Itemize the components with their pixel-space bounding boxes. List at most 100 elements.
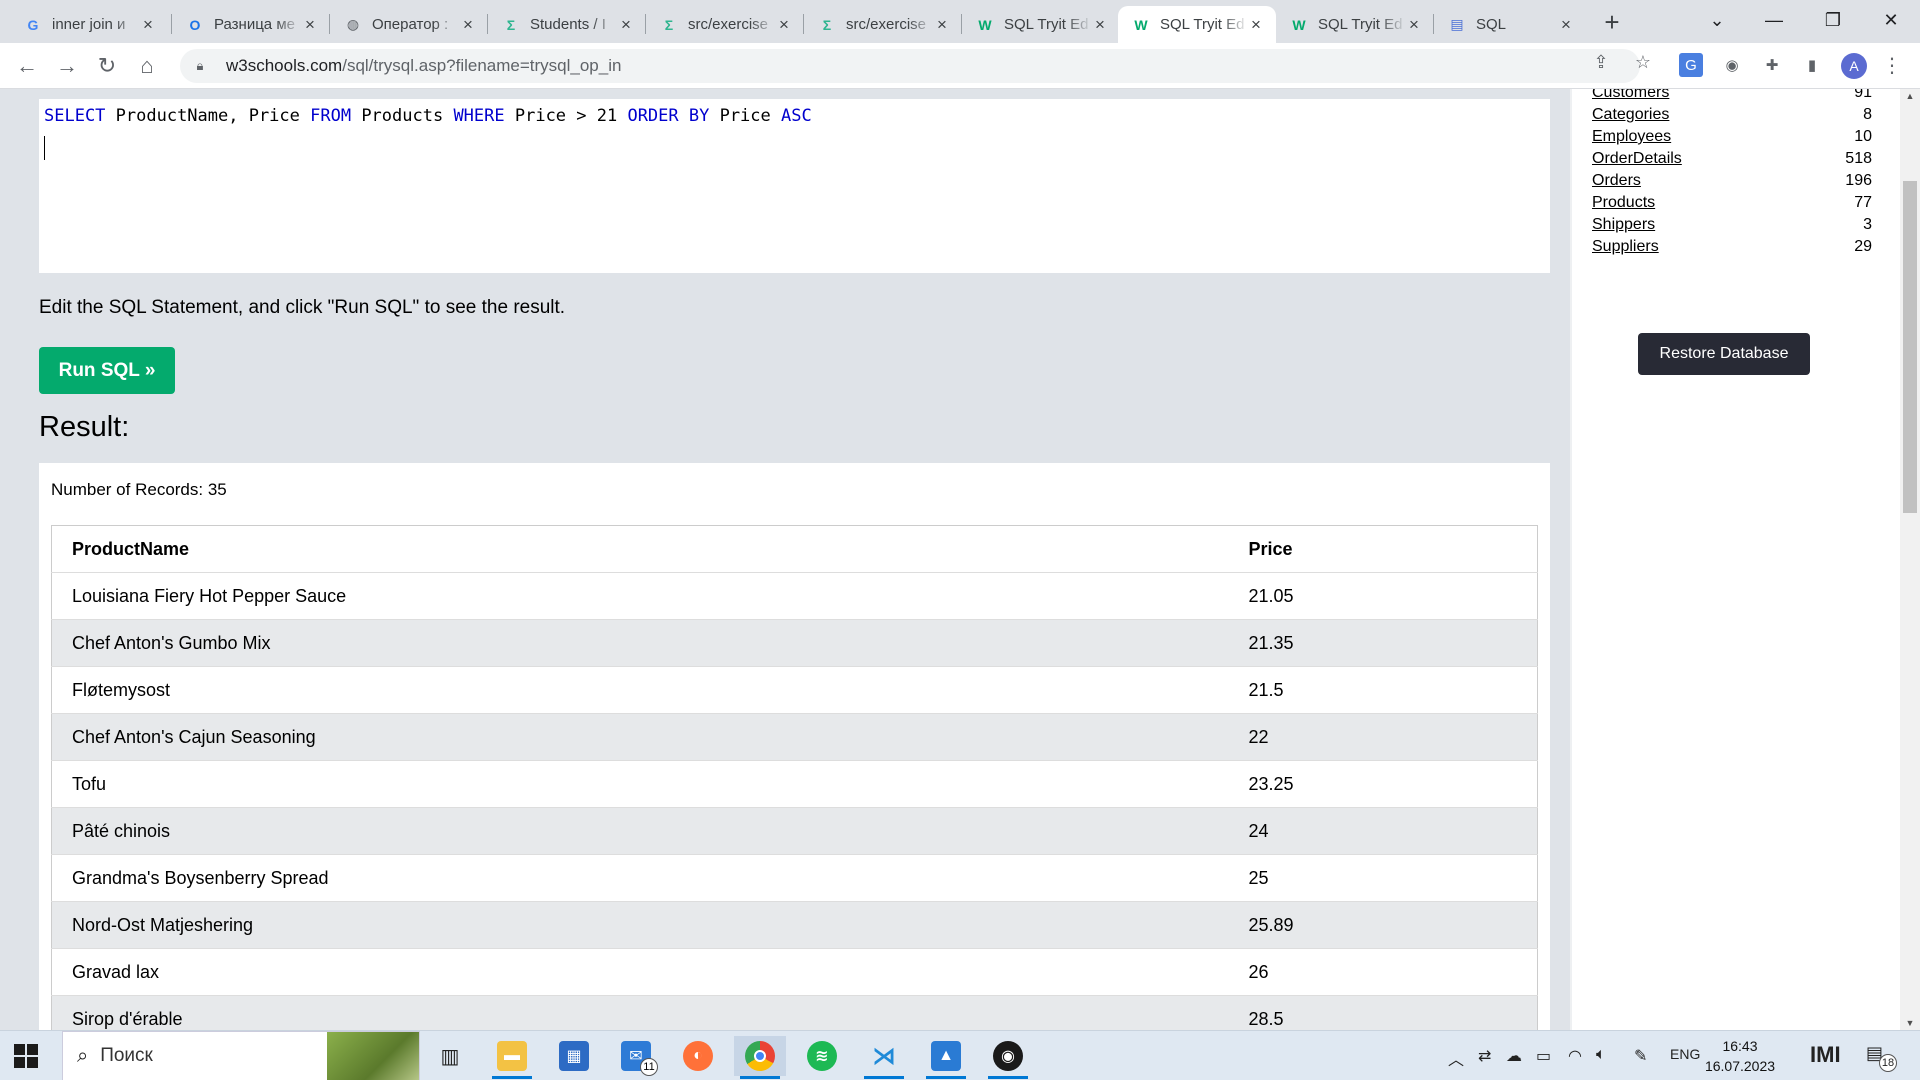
browser-tab[interactable]: Ginner join и ×: [10, 6, 168, 43]
table-row: Pâté chinois 24: [51, 807, 1538, 855]
wifi-icon[interactable]: ◠: [1568, 1046, 1582, 1066]
search-icon: ⌕: [77, 1044, 89, 1067]
menu-icon[interactable]: ⋮: [1880, 53, 1904, 77]
firefox-icon[interactable]: ◐: [672, 1036, 724, 1076]
close-tab-icon[interactable]: ×: [776, 15, 792, 35]
w3schools-icon: W: [1134, 16, 1148, 33]
run-sql-button[interactable]: Run SQL »: [39, 347, 175, 394]
browser-tab[interactable]: Σ Students / I ×: [488, 6, 646, 43]
clock[interactable]: 16:43 16.07.2023: [1700, 1036, 1780, 1076]
restore-window-icon[interactable]: ❐: [1806, 0, 1860, 40]
store-icon[interactable]: ▦: [548, 1036, 600, 1076]
close-window-icon[interactable]: ✕: [1864, 0, 1918, 40]
chrome-icon[interactable]: [734, 1036, 786, 1079]
product-name-cell: Chef Anton's Cajun Seasoning: [51, 713, 1249, 761]
address-bar[interactable]: 🔒︎ w3schools.com/sql/trysql.asp?filename…: [180, 49, 1640, 83]
tab-separator: [803, 14, 804, 34]
notifications-icon[interactable]: ▤ 18: [1866, 1043, 1897, 1072]
scrollbar-thumb[interactable]: [1903, 181, 1917, 513]
page-scrollbar[interactable]: ▲ ▼: [1900, 89, 1920, 1030]
bookmark-star-icon[interactable]: ☆: [1632, 51, 1654, 73]
tab-title: SQL: [1476, 16, 1507, 33]
table-row: Grandma's Boysenberry Spread 25: [51, 854, 1538, 902]
volume-icon[interactable]: 🔈︎: [1596, 1046, 1606, 1064]
tab-separator: [487, 14, 488, 34]
tab-search-icon[interactable]: ⌄: [1690, 0, 1744, 40]
home-icon[interactable]: ⌂: [134, 53, 160, 79]
side-panel-icon[interactable]: ▮: [1800, 53, 1824, 77]
app-tray-icon[interactable]: IMI: [1810, 1042, 1841, 1068]
file-explorer-icon[interactable]: ▬: [486, 1036, 538, 1079]
close-tab-icon[interactable]: ×: [302, 15, 318, 35]
browser-tab[interactable]: Σsrc/exercise ×: [646, 6, 804, 43]
vscode-icon[interactable]: ⋊: [858, 1036, 910, 1079]
extension-icon[interactable]: ◉: [1720, 53, 1744, 77]
price-cell: 22: [1248, 713, 1538, 761]
database-table-link[interactable]: Suppliers: [1592, 238, 1659, 265]
search-highlight-image[interactable]: [327, 1032, 419, 1080]
task-view-icon[interactable]: ▥: [424, 1036, 476, 1076]
new-tab-icon[interactable]: +: [1598, 8, 1626, 36]
close-tab-icon[interactable]: ×: [140, 15, 156, 35]
windows-start-icon[interactable]: [14, 1044, 38, 1068]
tab-title: Разница ме: [214, 16, 295, 33]
tab-separator: [645, 14, 646, 34]
reload-icon[interactable]: ↻: [94, 53, 120, 79]
browser-tab[interactable]: W SQL Tryit Ed ×: [1118, 6, 1276, 43]
sql-code-line[interactable]: SELECT ProductName, Price FROM Products …: [44, 106, 812, 126]
minimize-icon[interactable]: —: [1747, 0, 1801, 40]
close-tab-icon[interactable]: ×: [1406, 15, 1422, 35]
browser-tab[interactable]: W SQL Tryit Ed ×: [1276, 6, 1434, 43]
network-switch-icon[interactable]: ⇄: [1478, 1046, 1491, 1066]
close-tab-icon[interactable]: ×: [1092, 15, 1108, 35]
tryit-left-pane: SELECT ProductName, Price FROM Products …: [20, 89, 1570, 1030]
product-name-cell: Nord-Ost Matjeshering: [51, 901, 1249, 949]
back-icon[interactable]: ←: [14, 53, 40, 79]
weather-icon[interactable]: ☁: [1506, 1046, 1522, 1066]
mail-icon[interactable]: ✉ 11: [610, 1036, 662, 1076]
spotify-icon[interactable]: ≋: [796, 1036, 848, 1076]
url-text[interactable]: w3schools.com/sql/trysql.asp?filename=tr…: [226, 56, 621, 76]
profile-avatar[interactable]: A: [1841, 53, 1867, 79]
forward-icon[interactable]: →: [54, 53, 80, 79]
translate-extension-icon[interactable]: G: [1679, 53, 1703, 77]
lock-icon[interactable]: 🔒︎: [190, 58, 210, 74]
browser-tab[interactable]: Σsrc/exercise ×: [804, 6, 962, 43]
close-tab-icon[interactable]: ×: [934, 15, 950, 35]
language-indicator[interactable]: ENG: [1670, 1046, 1700, 1062]
pen-icon[interactable]: ✎: [1634, 1046, 1647, 1066]
browser-tab[interactable]: ▤ SQL ×: [1434, 6, 1586, 43]
messenger-app-icon[interactable]: ◉: [982, 1036, 1034, 1079]
tab-separator: [171, 14, 172, 34]
table-row: Sirop d'érable 28.5: [51, 995, 1538, 1030]
tab-title: Students / I: [530, 16, 606, 33]
w3schools-icon: W: [1292, 16, 1306, 33]
tab-title: src/exercise: [846, 16, 927, 33]
product-name-cell: Gravad lax: [51, 948, 1249, 996]
taskbar-search-box[interactable]: ⌕ Поиск: [62, 1031, 420, 1080]
product-name-cell: Pâté chinois: [51, 807, 1249, 855]
photos-icon[interactable]: ▲: [920, 1036, 972, 1079]
close-tab-icon[interactable]: ×: [1248, 15, 1264, 35]
battery-icon[interactable]: ▭: [1536, 1046, 1551, 1066]
column-header: ProductName: [51, 525, 1249, 573]
close-tab-icon[interactable]: ×: [1558, 15, 1574, 35]
puzzle-icon[interactable]: ✚: [1760, 53, 1784, 77]
close-tab-icon[interactable]: ×: [618, 15, 634, 35]
sql-editor[interactable]: SELECT ProductName, Price FROM Products …: [39, 99, 1550, 273]
result-panel: Number of Records: 35 ProductName Price …: [39, 463, 1550, 1030]
record-count: Number of Records: 35: [51, 480, 227, 499]
show-hidden-icons-icon[interactable]: ︿: [1448, 1046, 1464, 1070]
share-icon[interactable]: ⇪: [1590, 51, 1612, 73]
close-tab-icon[interactable]: ×: [460, 15, 476, 35]
browser-tab[interactable]: O Разница ме ×: [172, 6, 330, 43]
table-row: Gravad lax 26: [51, 948, 1538, 996]
price-cell: 21.05: [1248, 572, 1538, 620]
scroll-down-icon[interactable]: ▼: [1900, 1018, 1920, 1028]
browser-tab[interactable]: W SQL Tryit Ed ×: [962, 6, 1120, 43]
price-cell: 25: [1248, 854, 1538, 902]
restore-database-button[interactable]: Restore Database: [1638, 333, 1810, 375]
google-icon: G: [27, 16, 39, 33]
scroll-up-icon[interactable]: ▲: [1900, 91, 1920, 101]
browser-tab[interactable]: ◍ Оператор : ×: [330, 6, 488, 43]
